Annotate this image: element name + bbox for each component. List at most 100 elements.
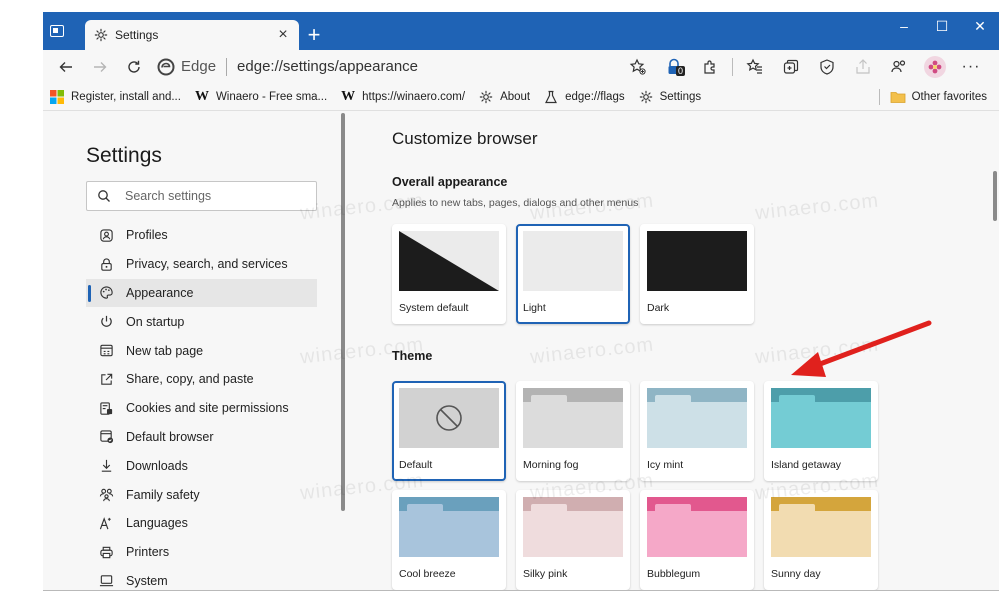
refresh-button[interactable] bbox=[117, 52, 151, 82]
dark-preview bbox=[647, 231, 747, 291]
tab-actions-icon bbox=[50, 25, 64, 37]
sidebar-item-share-copy-paste[interactable]: Share, copy, and paste bbox=[86, 365, 317, 394]
avatar bbox=[924, 55, 946, 78]
printer-icon bbox=[98, 544, 114, 560]
palette-icon bbox=[98, 285, 114, 301]
share-icon bbox=[856, 58, 870, 74]
more-dots-icon: ··· bbox=[961, 57, 981, 75]
favorite-label: About bbox=[500, 90, 531, 103]
family-icon bbox=[98, 487, 114, 503]
default-browser-icon bbox=[98, 429, 114, 445]
languages-icon bbox=[98, 515, 114, 531]
add-favorite-button[interactable] bbox=[620, 52, 656, 82]
favorite-label: Settings bbox=[659, 90, 702, 103]
flower-avatar-icon bbox=[928, 60, 942, 73]
theme-option-icy-mint[interactable]: Icy mint bbox=[640, 381, 754, 481]
main-scrollbar[interactable] bbox=[993, 171, 997, 221]
edge-logo-icon bbox=[157, 58, 175, 75]
back-button[interactable] bbox=[49, 52, 83, 82]
appearance-option-dark[interactable]: Dark bbox=[640, 224, 754, 324]
more-menu-button[interactable]: ··· bbox=[953, 52, 989, 82]
theme-option-bubblegum[interactable]: Bubblegum bbox=[640, 490, 754, 590]
favorite-label: edge://flags bbox=[565, 90, 625, 103]
new-tab-button[interactable]: + bbox=[299, 20, 329, 50]
profile-button[interactable] bbox=[917, 52, 953, 82]
sidebar-item-printers[interactable]: Printers bbox=[86, 538, 317, 567]
favorites-button[interactable] bbox=[737, 52, 773, 82]
favorite-item-register[interactable]: Register, install and... bbox=[49, 89, 181, 105]
card-label: Light bbox=[523, 302, 546, 314]
favorites-bar: Register, install and... W Winaero - Fre… bbox=[43, 83, 999, 111]
favorite-item-settings[interactable]: Settings bbox=[638, 89, 702, 105]
toolbar-actions: 0 ··· bbox=[620, 50, 989, 83]
refresh-icon bbox=[128, 60, 140, 73]
cookies-icon bbox=[98, 400, 114, 416]
sidebar-scrollbar[interactable] bbox=[341, 113, 345, 511]
sidebar-item-downloads[interactable]: Downloads bbox=[86, 451, 317, 480]
profiles-sync-button[interactable] bbox=[881, 52, 917, 82]
other-favorites-button[interactable]: Other favorites bbox=[890, 89, 987, 105]
favorite-item-winaero[interactable]: W Winaero - Free sma... bbox=[194, 89, 327, 105]
favorite-item-about[interactable]: About bbox=[478, 89, 530, 105]
back-arrow-icon bbox=[59, 61, 72, 72]
sidebar-item-profiles[interactable]: Profiles bbox=[86, 221, 317, 250]
other-favorites-label: Other favorites bbox=[911, 91, 987, 103]
sunny-day-preview bbox=[771, 497, 871, 557]
sidebar-item-languages[interactable]: Languages bbox=[86, 509, 317, 538]
close-window-button[interactable]: ✕ bbox=[961, 12, 999, 40]
sidebar-item-privacy[interactable]: Privacy, search, and services bbox=[86, 250, 317, 279]
theme-option-sunny-day[interactable]: Sunny day bbox=[764, 490, 878, 590]
extensions-button[interactable] bbox=[692, 52, 728, 82]
sidebar-item-label: Profiles bbox=[126, 228, 168, 243]
favorite-item-winaero-url[interactable]: W https://winaero.com/ bbox=[340, 89, 465, 105]
sidebar-item-label: Appearance bbox=[126, 285, 194, 300]
tracking-badge: 0 bbox=[676, 65, 686, 76]
address-bar[interactable]: Edge edge://settings/appearance bbox=[157, 53, 577, 81]
sidebar-item-default-browser[interactable]: Default browser bbox=[86, 423, 317, 452]
gear-icon bbox=[93, 27, 109, 43]
favorite-item-flags[interactable]: edge://flags bbox=[543, 89, 625, 105]
forward-button[interactable] bbox=[83, 52, 117, 82]
card-label: Morning fog bbox=[523, 459, 579, 471]
url-text: edge://settings/appearance bbox=[237, 58, 419, 75]
sidebar-item-on-startup[interactable]: On startup bbox=[86, 307, 317, 336]
sidebar-item-cookies[interactable]: Cookies and site permissions bbox=[86, 394, 317, 423]
no-theme-icon bbox=[436, 405, 462, 431]
forward-arrow-icon bbox=[94, 61, 107, 72]
sidebar-item-label: Family safety bbox=[126, 487, 200, 502]
sidebar-item-label: Downloads bbox=[126, 458, 188, 473]
appearance-option-system-default[interactable]: System default bbox=[392, 224, 506, 324]
theme-option-default[interactable]: Default bbox=[392, 381, 506, 481]
sidebar-item-label: Printers bbox=[126, 545, 170, 560]
theme-option-island-getaway[interactable]: Island getaway bbox=[764, 381, 878, 481]
bubblegum-preview bbox=[647, 497, 747, 557]
folder-icon bbox=[890, 89, 906, 105]
maximize-button[interactable]: ☐ bbox=[923, 12, 961, 40]
sidebar-item-appearance[interactable]: Appearance bbox=[86, 278, 317, 308]
browser-essentials-button[interactable] bbox=[809, 52, 845, 82]
appearance-option-light[interactable]: Light bbox=[516, 224, 630, 324]
theme-option-morning-fog[interactable]: Morning fog bbox=[516, 381, 630, 481]
search-input[interactable]: Search settings bbox=[86, 181, 317, 211]
default-theme-preview bbox=[399, 388, 499, 448]
sidebar-item-label: New tab page bbox=[126, 343, 204, 358]
tab-actions-button[interactable] bbox=[43, 12, 71, 50]
navigation-toolbar: Edge edge://settings/appearance 0 ··· bbox=[43, 50, 999, 83]
theme-option-cool-breeze[interactable]: Cool breeze bbox=[392, 490, 506, 590]
share-icon bbox=[98, 371, 114, 387]
tab-title: Settings bbox=[115, 28, 159, 42]
sidebar-item-family-safety[interactable]: Family safety bbox=[86, 480, 317, 509]
tracking-prevention-button[interactable]: 0 bbox=[656, 52, 692, 82]
minimize-button[interactable]: – bbox=[885, 12, 923, 40]
sidebar-item-new-tab-page[interactable]: New tab page bbox=[86, 336, 317, 365]
close-tab-icon[interactable]: × bbox=[275, 26, 291, 43]
flask-icon bbox=[543, 89, 559, 105]
search-icon bbox=[98, 190, 110, 202]
collections-button[interactable] bbox=[773, 52, 809, 82]
share-button[interactable] bbox=[845, 52, 881, 82]
power-icon bbox=[98, 314, 114, 330]
card-label: Bubblegum bbox=[647, 568, 701, 580]
sidebar-item-system[interactable]: System bbox=[86, 567, 317, 591]
title-bar: Settings × + – ☐ ✕ bbox=[43, 12, 999, 50]
tab-settings[interactable]: Settings × bbox=[85, 20, 299, 50]
